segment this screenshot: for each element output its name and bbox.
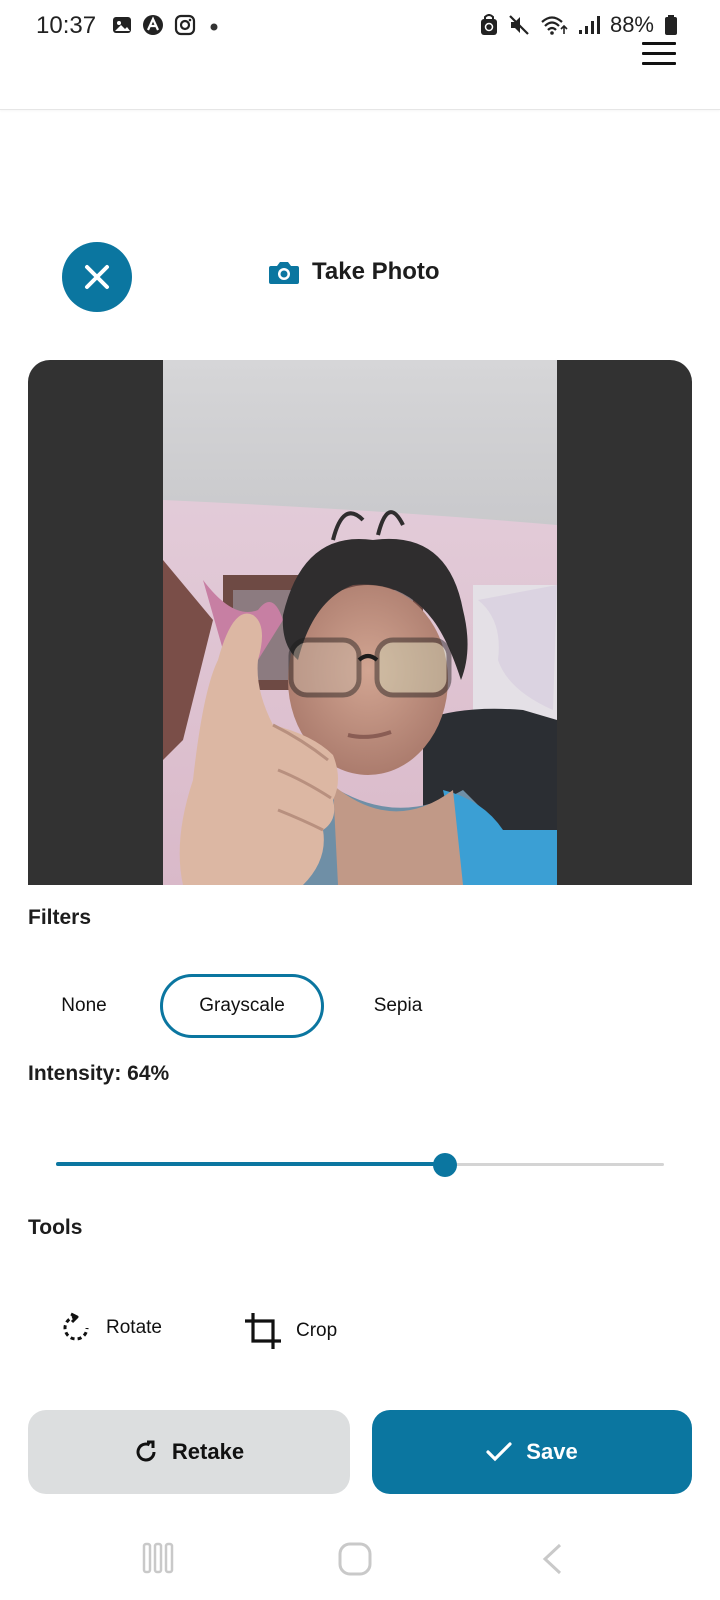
retake-button[interactable]: Retake: [28, 1410, 350, 1494]
recycle-lock-icon: [480, 14, 497, 35]
dark-circle-a-icon: [143, 15, 163, 35]
crop-tool[interactable]: Crop: [244, 1312, 337, 1350]
captured-photo: [163, 360, 557, 885]
save-label: Save: [526, 1439, 578, 1464]
wifi-icon: [541, 16, 568, 35]
close-icon: [85, 265, 109, 289]
recents-icon[interactable]: [142, 1542, 174, 1574]
status-bar: 10:37 88%: [0, 0, 720, 52]
crop-label: Crop: [296, 1320, 338, 1341]
filters-label: Filters: [28, 906, 92, 929]
filter-none[interactable]: None: [36, 974, 132, 1038]
home-icon[interactable]: [338, 1542, 372, 1576]
save-button[interactable]: Save: [372, 1410, 692, 1494]
refresh-icon: [136, 1440, 156, 1462]
slider-fill: [56, 1162, 446, 1166]
retake-label: Retake: [171, 1439, 245, 1464]
status-time: 10:37: [36, 12, 97, 39]
title-row: Take Photo: [268, 258, 440, 286]
status-left-icons: [112, 14, 222, 36]
photo-preview: [28, 360, 692, 885]
check-icon: [486, 1442, 512, 1462]
filter-sepia[interactable]: Sepia: [350, 974, 446, 1038]
battery-percent: 88%: [609, 12, 654, 37]
signal-icon: [578, 16, 600, 34]
tools-label: Tools: [28, 1216, 83, 1239]
dot-icon: [210, 23, 218, 31]
intensity-slider[interactable]: [56, 1150, 664, 1180]
close-button[interactable]: [62, 242, 132, 312]
slider-thumb[interactable]: [433, 1153, 458, 1177]
rotate-icon: [63, 1312, 89, 1341]
camera-icon: [269, 262, 299, 284]
instagram-icon: [174, 14, 196, 36]
status-right-icons: 88%: [480, 12, 678, 38]
back-icon[interactable]: [540, 1542, 564, 1576]
crop-icon: [245, 1313, 281, 1349]
intensity-label: Intensity: 64%: [28, 1062, 170, 1085]
battery-icon: [665, 15, 677, 35]
page-title: Take Photo: [312, 258, 440, 285]
mute-icon: [509, 15, 529, 35]
rotate-tool[interactable]: Rotate: [60, 1312, 162, 1344]
gallery-icon: [113, 17, 131, 33]
system-nav-bar: [0, 1530, 720, 1600]
rotate-label: Rotate: [106, 1317, 162, 1338]
filter-grayscale[interactable]: Grayscale: [160, 974, 324, 1038]
